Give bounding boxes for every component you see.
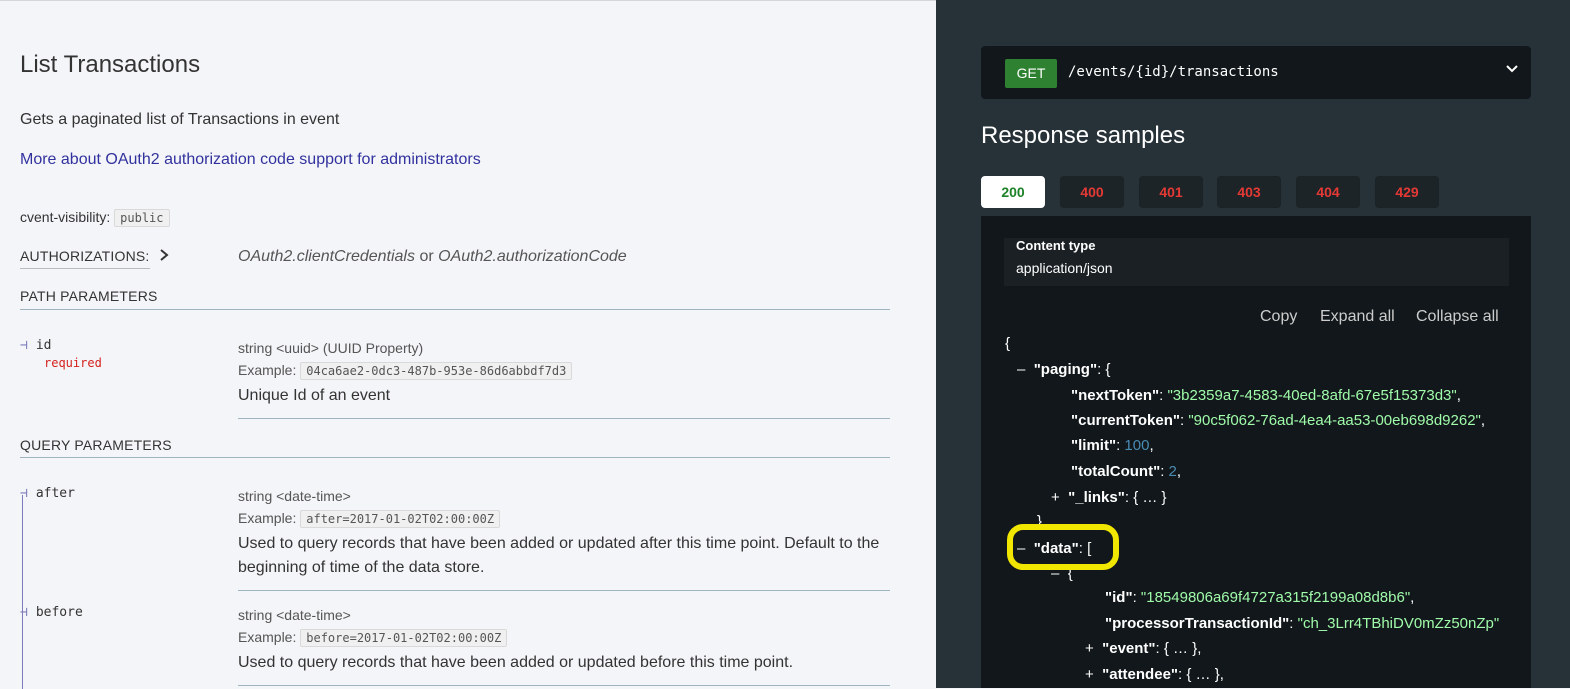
param-description: Unique Id of an event [238,387,391,404]
example-value: 04ca6ae2-0dc3-487b-953e-86d6abbdf7d3 [300,362,573,380]
authorizations-toggle[interactable]: AUTHORIZATIONS: [20,248,169,269]
endpoint-path: /events/{id}/transactions [1068,64,1279,80]
json-line: "totalCount": 2, [1071,463,1182,480]
json-line: "limit": 100, [1071,437,1154,454]
response-samples-heading: Response samples [981,122,1186,149]
param-detail-before: string <date-time> Example: before=2017-… [238,607,890,675]
divider [20,457,890,458]
collapse-toggle[interactable]: – [1017,361,1025,378]
divider [238,685,890,686]
example-value: before=2017-01-02T02:00:00Z [300,629,508,647]
tab-403[interactable]: 403 [1217,176,1281,208]
param-description: Used to query records that have been add… [238,535,880,576]
json-sample: { – "paging": { "nextToken": "3b2359a7-4… [981,216,1509,688]
http-method-badge: GET [1005,59,1057,88]
expand-toggle[interactable]: + [1051,489,1060,506]
param-description: Used to query records that have been add… [238,654,794,671]
tab-400[interactable]: 400 [1060,176,1124,208]
json-line: + "_links": { … } [1051,489,1167,506]
json-line: "nextToken": "3b2359a7-4583-40ed-8afd-67… [1071,387,1461,404]
json-line: "processorTransactionId": "ch_3Lrr4TBhiD… [1105,615,1500,632]
param-tree-line [22,495,23,689]
json-line: + "attendee": { … }, [1085,666,1224,683]
response-sample-panel: Content type application/json Copy Expan… [981,216,1531,688]
param-name-id: ⊣ id [20,338,52,353]
param-type: string <uuid> (UUID Property) [238,340,424,356]
visibility-label: cvent-visibility: [20,209,111,225]
example-label: Example: [238,510,297,526]
json-line: "currentToken": "90c5f062-76ad-4ea4-aa53… [1071,412,1486,429]
json-line: "id": "18549806a69f4727a315f2199a08d8b6"… [1105,589,1415,606]
oauth-docs-link[interactable]: More about OAuth2 authorization code sup… [20,151,481,169]
page-title: List Transactions [20,51,201,78]
endpoint-toggle[interactable]: GET /events/{id}/transactions [981,46,1531,99]
param-type: string <date-time> [238,607,351,623]
example-label: Example: [238,629,297,645]
authorizations-label[interactable]: AUTHORIZATIONS: [20,248,150,269]
divider [238,590,890,591]
tab-404[interactable]: 404 [1296,176,1360,208]
path-params-title: PATH PARAMETERS [20,288,158,304]
tab-429[interactable]: 429 [1375,176,1439,208]
param-detail-after: string <date-time> Example: after=2017-0… [238,488,890,580]
expand-toggle[interactable]: + [1085,666,1094,683]
auth-authorization-code: OAuth2.authorizationCode [438,248,627,265]
param-name-after: ⊣ after [20,486,75,501]
documentation-pane: List Transactions Gets a paginated list … [0,0,936,689]
auth-or: or [419,248,434,265]
tab-401[interactable]: 401 [1139,176,1203,208]
param-name-before: ⊣ before [20,605,83,620]
query-params-title: QUERY PARAMETERS [20,437,172,453]
authorization-values: OAuth2.clientCredentials or OAuth2.autho… [238,248,627,266]
divider [20,309,890,310]
chevron-right-icon[interactable] [159,248,169,264]
json-line: { [1005,335,1011,352]
auth-client-credentials: OAuth2.clientCredentials [238,248,415,265]
json-line: – "paging": { [1017,361,1111,378]
example-value: after=2017-01-02T02:00:00Z [300,510,501,528]
highlight-annotation [1007,524,1119,570]
required-badge: required [44,356,102,370]
tab-200[interactable]: 200 [981,176,1045,208]
divider [238,418,890,419]
visibility-value: public [114,209,170,227]
visibility-row: cvent-visibility: public [20,209,170,227]
expand-toggle[interactable]: + [1085,640,1094,657]
example-label: Example: [238,362,297,378]
json-line: + "event": { … }, [1085,640,1202,657]
operation-description: Gets a paginated list of Transactions in… [20,111,340,128]
chevron-down-icon[interactable] [1505,60,1519,81]
param-detail-id: string <uuid> (UUID Property) Example: 0… [238,340,890,408]
param-type: string <date-time> [238,488,351,504]
